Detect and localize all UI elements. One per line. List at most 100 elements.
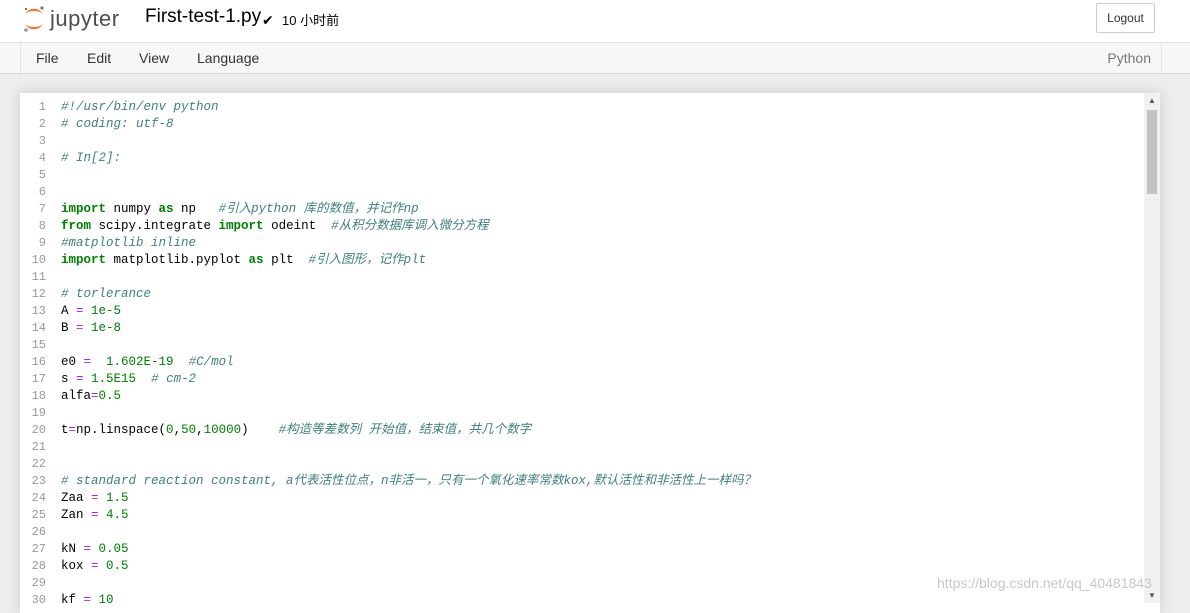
- code-token: 0.5: [98, 389, 122, 403]
- code-token: import: [61, 202, 107, 216]
- code-line[interactable]: alfa=0.5: [61, 388, 121, 405]
- code-token: =: [83, 593, 92, 607]
- code-token: #C/mol: [188, 355, 234, 369]
- code-token: 50: [181, 423, 197, 437]
- code-token: 10: [91, 593, 114, 607]
- code-token: =: [91, 389, 99, 403]
- code-line[interactable]: import numpy as np #引入python 库的数值，并记作np: [61, 201, 419, 218]
- header: jupyter First-test-1.py ✔ 10 小时前 Logout: [0, 0, 1190, 42]
- code-line[interactable]: s = 1.5E15 # cm-2: [61, 371, 196, 388]
- line-number: 28: [31, 559, 46, 573]
- code-token: Zan: [61, 508, 92, 522]
- code-token: #!/usr/bin/env python: [61, 100, 219, 114]
- code-line[interactable]: B = 1e-8: [61, 320, 121, 337]
- code-token: kox: [61, 559, 92, 573]
- code-editor[interactable]: 1 2 3 4 5 6 7 8 9 10 11 12 13 14 15 16 17 18 19 20 21 22 23 24 2…: [20, 93, 1160, 613]
- watermark: https://blog.csdn.net/qq_40481843: [937, 575, 1152, 591]
- menu-view[interactable]: View: [139, 50, 169, 66]
- code-line[interactable]: kN = 0.05: [61, 541, 129, 558]
- code-token: ): [241, 423, 279, 437]
- line-number: 20: [31, 423, 46, 437]
- line-number: 13: [31, 304, 46, 318]
- line-number: 12: [31, 287, 46, 301]
- code-line[interactable]: # In[2]:: [61, 150, 121, 167]
- logout-button[interactable]: Logout: [1096, 3, 1155, 33]
- code-line[interactable]: t=np.linspace(0,50,10000) #构造等差数列 开始值，结束…: [61, 422, 531, 439]
- code-token: kN: [61, 542, 84, 556]
- code-token: 1.5: [98, 491, 129, 505]
- code-line[interactable]: #matplotlib inline: [61, 235, 196, 252]
- line-number: 3: [38, 134, 46, 148]
- code-line[interactable]: from scipy.integrate import odeint #从积分数…: [61, 218, 489, 235]
- code-token: e0: [61, 355, 84, 369]
- saved-check-icon: ✔: [262, 12, 274, 28]
- code-token: 10000: [203, 423, 242, 437]
- code-token: A: [61, 304, 77, 318]
- code-line[interactable]: # torlerance: [61, 286, 151, 303]
- code-token: #引入python 库的数值，并记作np: [218, 202, 419, 216]
- code-token: =: [91, 491, 99, 505]
- line-number: 26: [31, 525, 46, 539]
- code-token: 0.05: [91, 542, 129, 556]
- code-token: # coding: utf-8: [61, 117, 174, 131]
- code-line[interactable]: kf = 10: [61, 592, 114, 609]
- code-token: =: [91, 559, 99, 573]
- line-number: 7: [38, 202, 46, 216]
- jupyter-logo-icon: [24, 6, 44, 32]
- code-token: ,: [196, 423, 204, 437]
- code-token: np: [173, 202, 219, 216]
- code-line[interactable]: # coding: utf-8: [61, 116, 174, 133]
- line-number: 1: [38, 100, 46, 114]
- code-token: np.linspace(: [76, 423, 167, 437]
- code-token: as: [248, 253, 264, 267]
- code-line[interactable]: #!/usr/bin/env python: [61, 99, 219, 116]
- line-number: 15: [31, 338, 46, 352]
- jupyter-logo[interactable]: jupyter: [23, 4, 120, 34]
- menu-file[interactable]: File: [36, 50, 59, 66]
- code-token: # torlerance: [61, 287, 152, 301]
- line-number: 14: [31, 321, 46, 335]
- line-number: 9: [38, 236, 46, 250]
- menu-language[interactable]: Language: [197, 50, 259, 66]
- code-line[interactable]: import matplotlib.pyplot as plt #引入图形，记作…: [61, 252, 426, 269]
- code-token: #引入图形，记作plt: [308, 253, 427, 267]
- code-line[interactable]: Zan = 4.5: [61, 507, 129, 524]
- line-number: 24: [31, 491, 46, 505]
- scroll-down-arrow-icon[interactable]: ▼: [1148, 591, 1156, 600]
- code-token: from: [61, 219, 92, 233]
- last-saved-time: 10 小时前: [282, 13, 340, 28]
- code-line[interactable]: A = 1e-5: [61, 303, 121, 320]
- scrollbar-thumb[interactable]: [1147, 110, 1157, 194]
- notebook-filename[interactable]: First-test-1.py: [145, 6, 261, 28]
- code-token: 1.5E15: [83, 372, 137, 386]
- line-number: 23: [31, 474, 46, 488]
- code-token: # cm-2: [151, 372, 197, 386]
- code-token: s: [61, 372, 77, 386]
- vertical-scrollbar[interactable]: ▲ ▼: [1144, 93, 1160, 603]
- line-number: 18: [31, 389, 46, 403]
- menubar-container: File Edit View Language Python: [20, 43, 1162, 73]
- code-token: =: [83, 542, 92, 556]
- line-number: 27: [31, 542, 46, 556]
- kernel-indicator: Python: [1107, 50, 1151, 66]
- code-token: #从积分数据库调入微分方程: [331, 219, 489, 233]
- code-token: =: [76, 372, 84, 386]
- code-token: matplotlib.pyplot: [106, 253, 249, 267]
- code-line[interactable]: Zaa = 1.5: [61, 490, 129, 507]
- line-number: 8: [38, 219, 46, 233]
- code-token: t: [61, 423, 69, 437]
- code-line[interactable]: # standard reaction constant, a代表活性位点，n非…: [61, 473, 756, 490]
- code-token: Zaa: [61, 491, 92, 505]
- menu-edit[interactable]: Edit: [87, 50, 111, 66]
- code-token: import: [218, 219, 264, 233]
- line-number: 4: [38, 151, 46, 165]
- code-line[interactable]: kox = 0.5: [61, 558, 129, 575]
- scroll-up-arrow-icon[interactable]: ▲: [1148, 96, 1156, 105]
- line-number: 21: [31, 440, 46, 454]
- logo-text: jupyter: [50, 6, 120, 31]
- code-token: import: [61, 253, 107, 267]
- code-token: 0.5: [98, 559, 129, 573]
- line-number: 17: [31, 372, 46, 386]
- code-line[interactable]: e0 = 1.602E-19 #C/mol: [61, 354, 234, 371]
- line-number: 5: [38, 168, 46, 182]
